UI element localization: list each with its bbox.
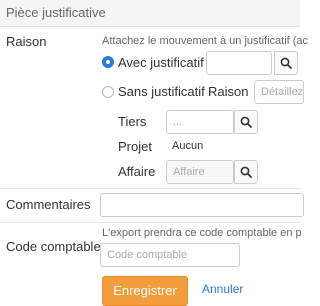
section-title: Pièce justificative <box>6 5 106 20</box>
search-icon <box>240 166 252 178</box>
radio-without-label[interactable]: Sans justificatif <box>118 84 205 99</box>
separator <box>0 222 300 223</box>
reason-detail-input[interactable]: Détaillez <box>254 80 304 104</box>
search-icon <box>240 116 252 128</box>
affaire-input[interactable]: Affaire <box>166 160 234 184</box>
reason-detail-label: Raison <box>208 84 249 99</box>
accounting-code-label: Code comptable <box>6 239 101 254</box>
cancel-link[interactable]: Annuler <box>202 282 243 296</box>
radio-with-label[interactable]: Avec justificatif <box>118 55 204 70</box>
affaire-label: Affaire <box>118 164 156 179</box>
separator <box>0 188 300 189</box>
tiers-label: Tiers <box>118 114 147 129</box>
comments-input[interactable] <box>100 193 304 217</box>
project-select[interactable]: Aucun <box>166 135 306 159</box>
accounting-code-input[interactable]: Code comptable <box>100 243 240 267</box>
comments-label: Commentaires <box>6 197 91 212</box>
accounting-help-text: L'export prendra ce code comptable en p <box>102 227 302 239</box>
reason-help-text: Attachez le mouvement à un justificatif … <box>102 35 309 47</box>
project-label: Projet <box>118 139 152 154</box>
radio-without-justificatif[interactable] <box>102 86 114 98</box>
affaire-search-button[interactable] <box>234 160 258 184</box>
justificatif-select-input[interactable] <box>206 51 272 75</box>
tiers-search-button[interactable] <box>234 110 258 134</box>
justificatif-search-button[interactable] <box>274 51 298 75</box>
radio-with-justificatif[interactable] <box>102 56 114 68</box>
tiers-input[interactable]: ... <box>166 110 234 134</box>
section-header: Pièce justificative <box>0 0 300 27</box>
search-icon <box>280 57 292 69</box>
save-button[interactable]: Enregistrer <box>102 276 188 306</box>
reason-label: Raison <box>6 34 47 49</box>
